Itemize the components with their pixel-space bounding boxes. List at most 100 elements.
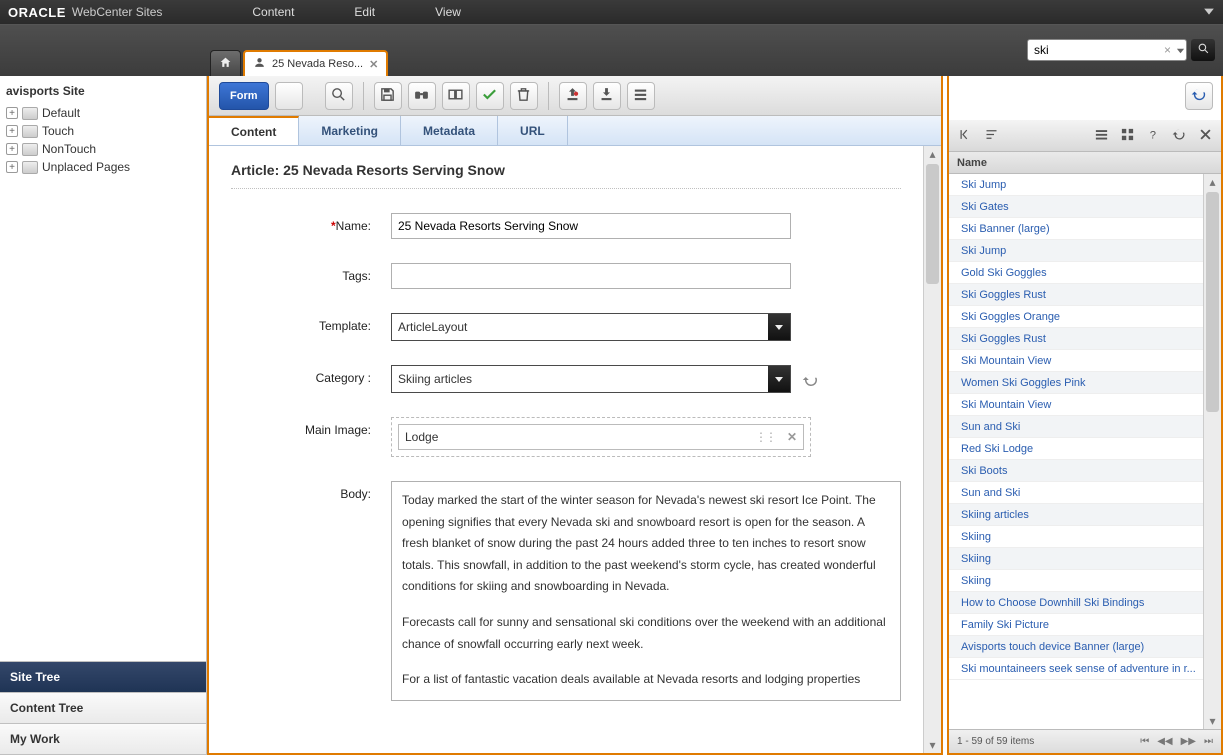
remove-image-icon[interactable]: ✕: [787, 430, 797, 444]
result-row[interactable]: Skiing articles: [949, 504, 1203, 526]
delete-button[interactable]: [510, 82, 538, 110]
refresh-icon: [1191, 86, 1208, 106]
help-button[interactable]: ?: [1143, 126, 1163, 146]
tree-node[interactable]: +Default: [6, 104, 200, 122]
expand-icon[interactable]: +: [6, 143, 18, 155]
result-row[interactable]: How to Choose Downhill Ski Bindings: [949, 592, 1203, 614]
result-row[interactable]: Ski Mountain View: [949, 394, 1203, 416]
result-row[interactable]: Sun and Ski: [949, 482, 1203, 504]
list-icon: [1094, 127, 1109, 145]
result-row[interactable]: Ski Jump: [949, 240, 1203, 262]
result-row[interactable]: Ski mountaineers seek sense of adventure…: [949, 658, 1203, 680]
grid-view-button[interactable]: [1117, 126, 1137, 146]
result-row[interactable]: Ski Goggles Rust: [949, 328, 1203, 350]
multidevice-button[interactable]: [442, 82, 470, 110]
subtab-metadata[interactable]: Metadata: [401, 116, 498, 145]
subtab-url[interactable]: URL: [498, 116, 568, 145]
expand-icon[interactable]: +: [6, 125, 18, 137]
result-row[interactable]: Family Ski Picture: [949, 614, 1203, 636]
body-editor[interactable]: Today marked the start of the winter sea…: [391, 481, 901, 701]
template-select[interactable]: ArticleLayout: [391, 313, 791, 341]
refresh-results-button[interactable]: [1169, 126, 1189, 146]
tree-node[interactable]: + Touch: [6, 122, 200, 140]
app-menu-dropdown-icon[interactable]: [1203, 5, 1215, 20]
inspect-button[interactable]: [325, 82, 353, 110]
result-row[interactable]: Women Ski Goggles Pink: [949, 372, 1203, 394]
tree-label: Touch: [42, 124, 74, 138]
sidebar-section-site-tree[interactable]: Site Tree: [0, 662, 206, 693]
sidebar-section-my-work[interactable]: My Work: [0, 724, 206, 755]
subtab-content[interactable]: Content: [209, 116, 299, 145]
chevron-down-icon[interactable]: [768, 314, 790, 340]
result-row[interactable]: Gold Ski Goggles: [949, 262, 1203, 284]
preview-button[interactable]: [408, 82, 436, 110]
category-select[interactable]: Skiing articles: [391, 365, 791, 393]
label-template: Template:: [231, 313, 391, 341]
page-next-icon[interactable]: ▶▶: [1181, 736, 1196, 747]
sidebar-section-content-tree[interactable]: Content Tree: [0, 693, 206, 724]
properties-button[interactable]: [627, 82, 655, 110]
expand-icon[interactable]: +: [6, 161, 18, 173]
approve-button[interactable]: [476, 82, 504, 110]
page-first-icon[interactable]: ⏮: [1140, 736, 1149, 747]
editor-scrollbar[interactable]: ▴ ▾: [923, 146, 941, 753]
sort-button[interactable]: [981, 126, 1001, 146]
result-row[interactable]: Ski Goggles Rust: [949, 284, 1203, 306]
scroll-down-icon[interactable]: ▾: [924, 737, 941, 753]
drag-handle-icon[interactable]: ⋮⋮: [755, 430, 775, 444]
tags-field[interactable]: [391, 263, 791, 289]
result-row[interactable]: Skiing: [949, 570, 1203, 592]
tab-close-icon[interactable]: ✕: [369, 58, 378, 71]
result-row[interactable]: Avisports touch device Banner (large): [949, 636, 1203, 658]
home-tab[interactable]: [210, 50, 241, 76]
save-button[interactable]: [374, 82, 402, 110]
result-row[interactable]: Skiing: [949, 526, 1203, 548]
chevron-down-icon[interactable]: [768, 366, 790, 392]
page-last-icon[interactable]: ⏭: [1204, 736, 1213, 747]
name-field[interactable]: [391, 213, 791, 239]
tree-node[interactable]: +Unplaced Pages: [6, 158, 200, 176]
result-row[interactable]: Sun and Ski: [949, 416, 1203, 438]
result-row[interactable]: Ski Boots: [949, 460, 1203, 482]
tab-article[interactable]: 25 Nevada Reso... ✕: [243, 50, 388, 76]
result-row[interactable]: Ski Goggles Orange: [949, 306, 1203, 328]
result-row[interactable]: Red Ski Lodge: [949, 438, 1203, 460]
scroll-up-icon[interactable]: ▴: [1204, 174, 1221, 190]
result-row[interactable]: Ski Jump: [949, 174, 1203, 196]
result-row[interactable]: Skiing: [949, 548, 1203, 570]
mainimage-chip[interactable]: Lodge ⋮⋮ ✕: [398, 424, 804, 450]
menu-edit[interactable]: Edit: [354, 5, 375, 19]
checkout-button[interactable]: [559, 82, 587, 110]
search-clear-icon[interactable]: ×: [1164, 43, 1171, 57]
result-row[interactable]: Ski Mountain View: [949, 350, 1203, 372]
form-mode-button[interactable]: Form: [219, 82, 269, 110]
search-button[interactable]: [1191, 39, 1215, 61]
page-prev-icon[interactable]: ◀◀: [1157, 736, 1172, 747]
scroll-down-icon[interactable]: ▾: [1204, 713, 1221, 729]
category-refresh-button[interactable]: [802, 371, 820, 389]
search-icon: [1197, 42, 1210, 58]
check-icon: [481, 86, 498, 106]
devices-icon: [447, 86, 464, 106]
close-results-button[interactable]: [1195, 126, 1215, 146]
mainimage-dropzone[interactable]: Lodge ⋮⋮ ✕: [391, 417, 811, 457]
menu-content[interactable]: Content: [252, 5, 294, 19]
subtab-marketing[interactable]: Marketing: [299, 116, 401, 145]
checkin-button[interactable]: [593, 82, 621, 110]
expand-icon[interactable]: +: [6, 107, 18, 119]
results-column-header[interactable]: Name: [949, 152, 1221, 174]
result-row[interactable]: Ski Gates: [949, 196, 1203, 218]
result-row[interactable]: Ski Banner (large): [949, 218, 1203, 240]
tree-node[interactable]: +NonTouch: [6, 140, 200, 158]
results-footer: 1 - 59 of 59 items ⏮ ◀◀ ▶▶ ⏭: [949, 729, 1221, 753]
refresh-panel-button[interactable]: [1185, 82, 1213, 110]
folder-icon: [22, 143, 38, 156]
scroll-up-icon[interactable]: ▴: [924, 146, 941, 162]
dock-left-button[interactable]: [955, 126, 975, 146]
web-mode-button[interactable]: [275, 82, 303, 110]
list-view-button[interactable]: [1091, 126, 1111, 146]
results-scrollbar[interactable]: ▴ ▾: [1203, 174, 1221, 729]
search-dropdown-icon[interactable]: [1176, 44, 1185, 58]
menu-view[interactable]: View: [435, 5, 461, 19]
results-toolbar: ?: [949, 120, 1221, 152]
